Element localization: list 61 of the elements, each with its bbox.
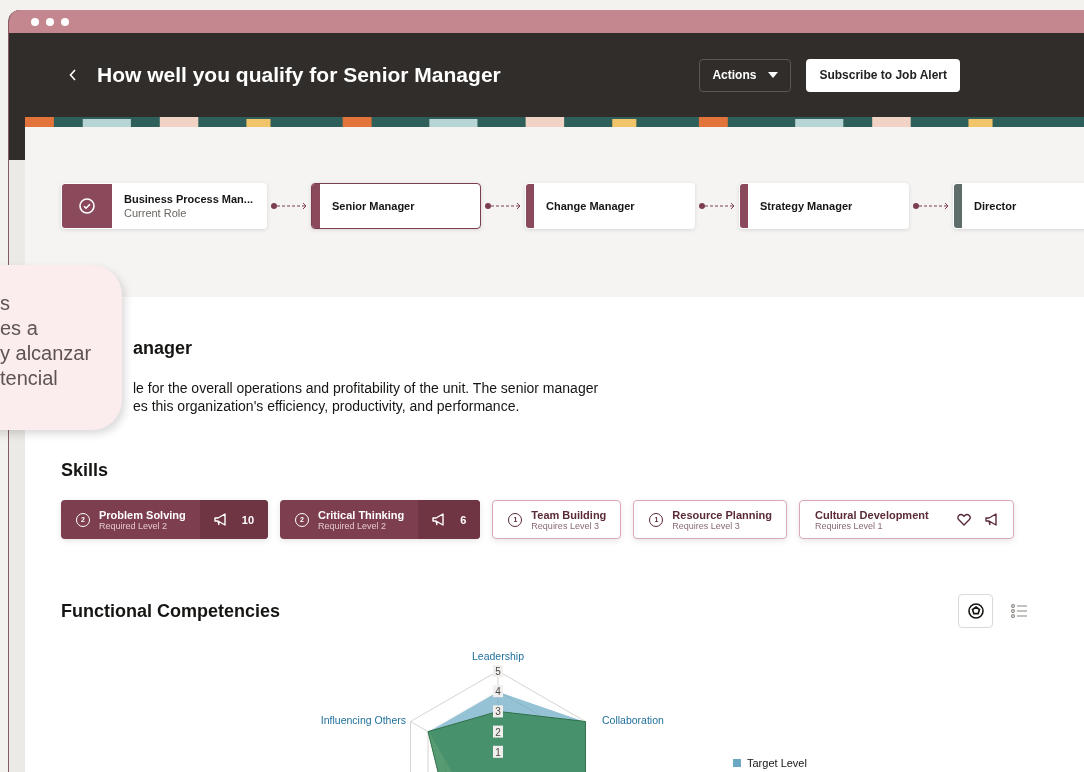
megaphone-icon[interactable] — [213, 513, 228, 526]
role-title: Senior Manager — [332, 200, 415, 212]
window-dot — [46, 17, 54, 26]
connector-arrow — [913, 202, 949, 210]
career-path-node[interactable]: Strategy Manager — [739, 183, 909, 229]
subscribe-button[interactable]: Subscribe to Job Alert — [806, 58, 960, 92]
axis-label: Leadership — [472, 650, 524, 662]
legend-label: Target Level — [747, 757, 807, 769]
radar-icon — [967, 603, 984, 619]
endorsement-count: 6 — [460, 513, 467, 526]
role-title: Strategy Manager — [760, 200, 853, 212]
callout-text: es a — [0, 316, 38, 341]
connector-arrow — [271, 202, 307, 210]
role-description: le for the overall operations and profitability of the unit. The senior manager es this organization's efficiency, productivity, and performance. — [133, 379, 599, 415]
career-path-node[interactable]: Business Process Man... Current Role — [61, 183, 267, 229]
skill-chip[interactable]: Cultural Development Requires Level 1 — [798, 500, 1014, 539]
skill-name: Cultural Development — [814, 508, 929, 521]
callout-text: y alcanzar — [0, 341, 92, 366]
axis-tick-label: 4 — [495, 686, 501, 698]
career-path-node[interactable]: Senior Manager — [311, 183, 481, 229]
megaphone-icon[interactable] — [984, 513, 999, 526]
connector-arrow — [485, 202, 521, 210]
axis-label: Influencing Others — [320, 714, 406, 726]
page-title: How well you qualify for Senior Manager — [97, 63, 502, 87]
role-title: Business Process Man... — [124, 193, 253, 205]
role-title: Change Manager — [546, 200, 635, 212]
role-title: Director — [974, 200, 1017, 212]
axis-tick-label: 3 — [495, 706, 501, 718]
endorsement-count: 10 — [241, 513, 255, 526]
competencies-heading: Functional Competencies — [61, 600, 282, 622]
window-dot — [31, 17, 39, 26]
career-path-node[interactable]: Director — [953, 183, 1084, 229]
axis-tick-label: 2 — [495, 726, 501, 738]
skill-requirement: Required Level 2 — [318, 520, 387, 531]
skill-name: Team Building — [531, 508, 607, 521]
radar-view-button[interactable] — [958, 594, 993, 628]
megaphone-icon[interactable] — [432, 513, 447, 526]
heart-icon[interactable] — [956, 513, 971, 526]
skill-name: Resource Planning — [672, 508, 772, 521]
axis-label: Collaboration — [602, 714, 664, 726]
connector-arrow — [699, 202, 735, 210]
skill-name: Critical Thinking — [318, 508, 405, 521]
window-dot — [61, 17, 69, 26]
skill-requirement: Requires Level 1 — [814, 520, 883, 531]
role-subtitle: Current Role — [124, 207, 188, 219]
skill-name: Problem Solving — [99, 508, 186, 521]
skill-requirement: Required Level 2 — [99, 520, 168, 531]
callout-text: tencial — [0, 366, 58, 391]
role-heading: anager — [133, 337, 193, 359]
skills-heading: Skills — [61, 459, 110, 481]
check-circle-icon — [79, 198, 95, 214]
skill-requirement: Requires Level 3 — [672, 520, 740, 531]
skill-requirement: Requires Level 3 — [531, 520, 599, 531]
axis-tick-label: 1 — [495, 746, 501, 758]
axis-tick-label: 5 — [495, 666, 501, 677]
actions-button[interactable]: Actions — [699, 58, 792, 92]
callout-text: s — [0, 291, 10, 316]
career-path-node[interactable]: Change Manager — [525, 183, 695, 229]
chevron-left-icon — [69, 69, 77, 81]
caret-down-icon — [768, 72, 779, 78]
list-icon — [1010, 604, 1027, 618]
